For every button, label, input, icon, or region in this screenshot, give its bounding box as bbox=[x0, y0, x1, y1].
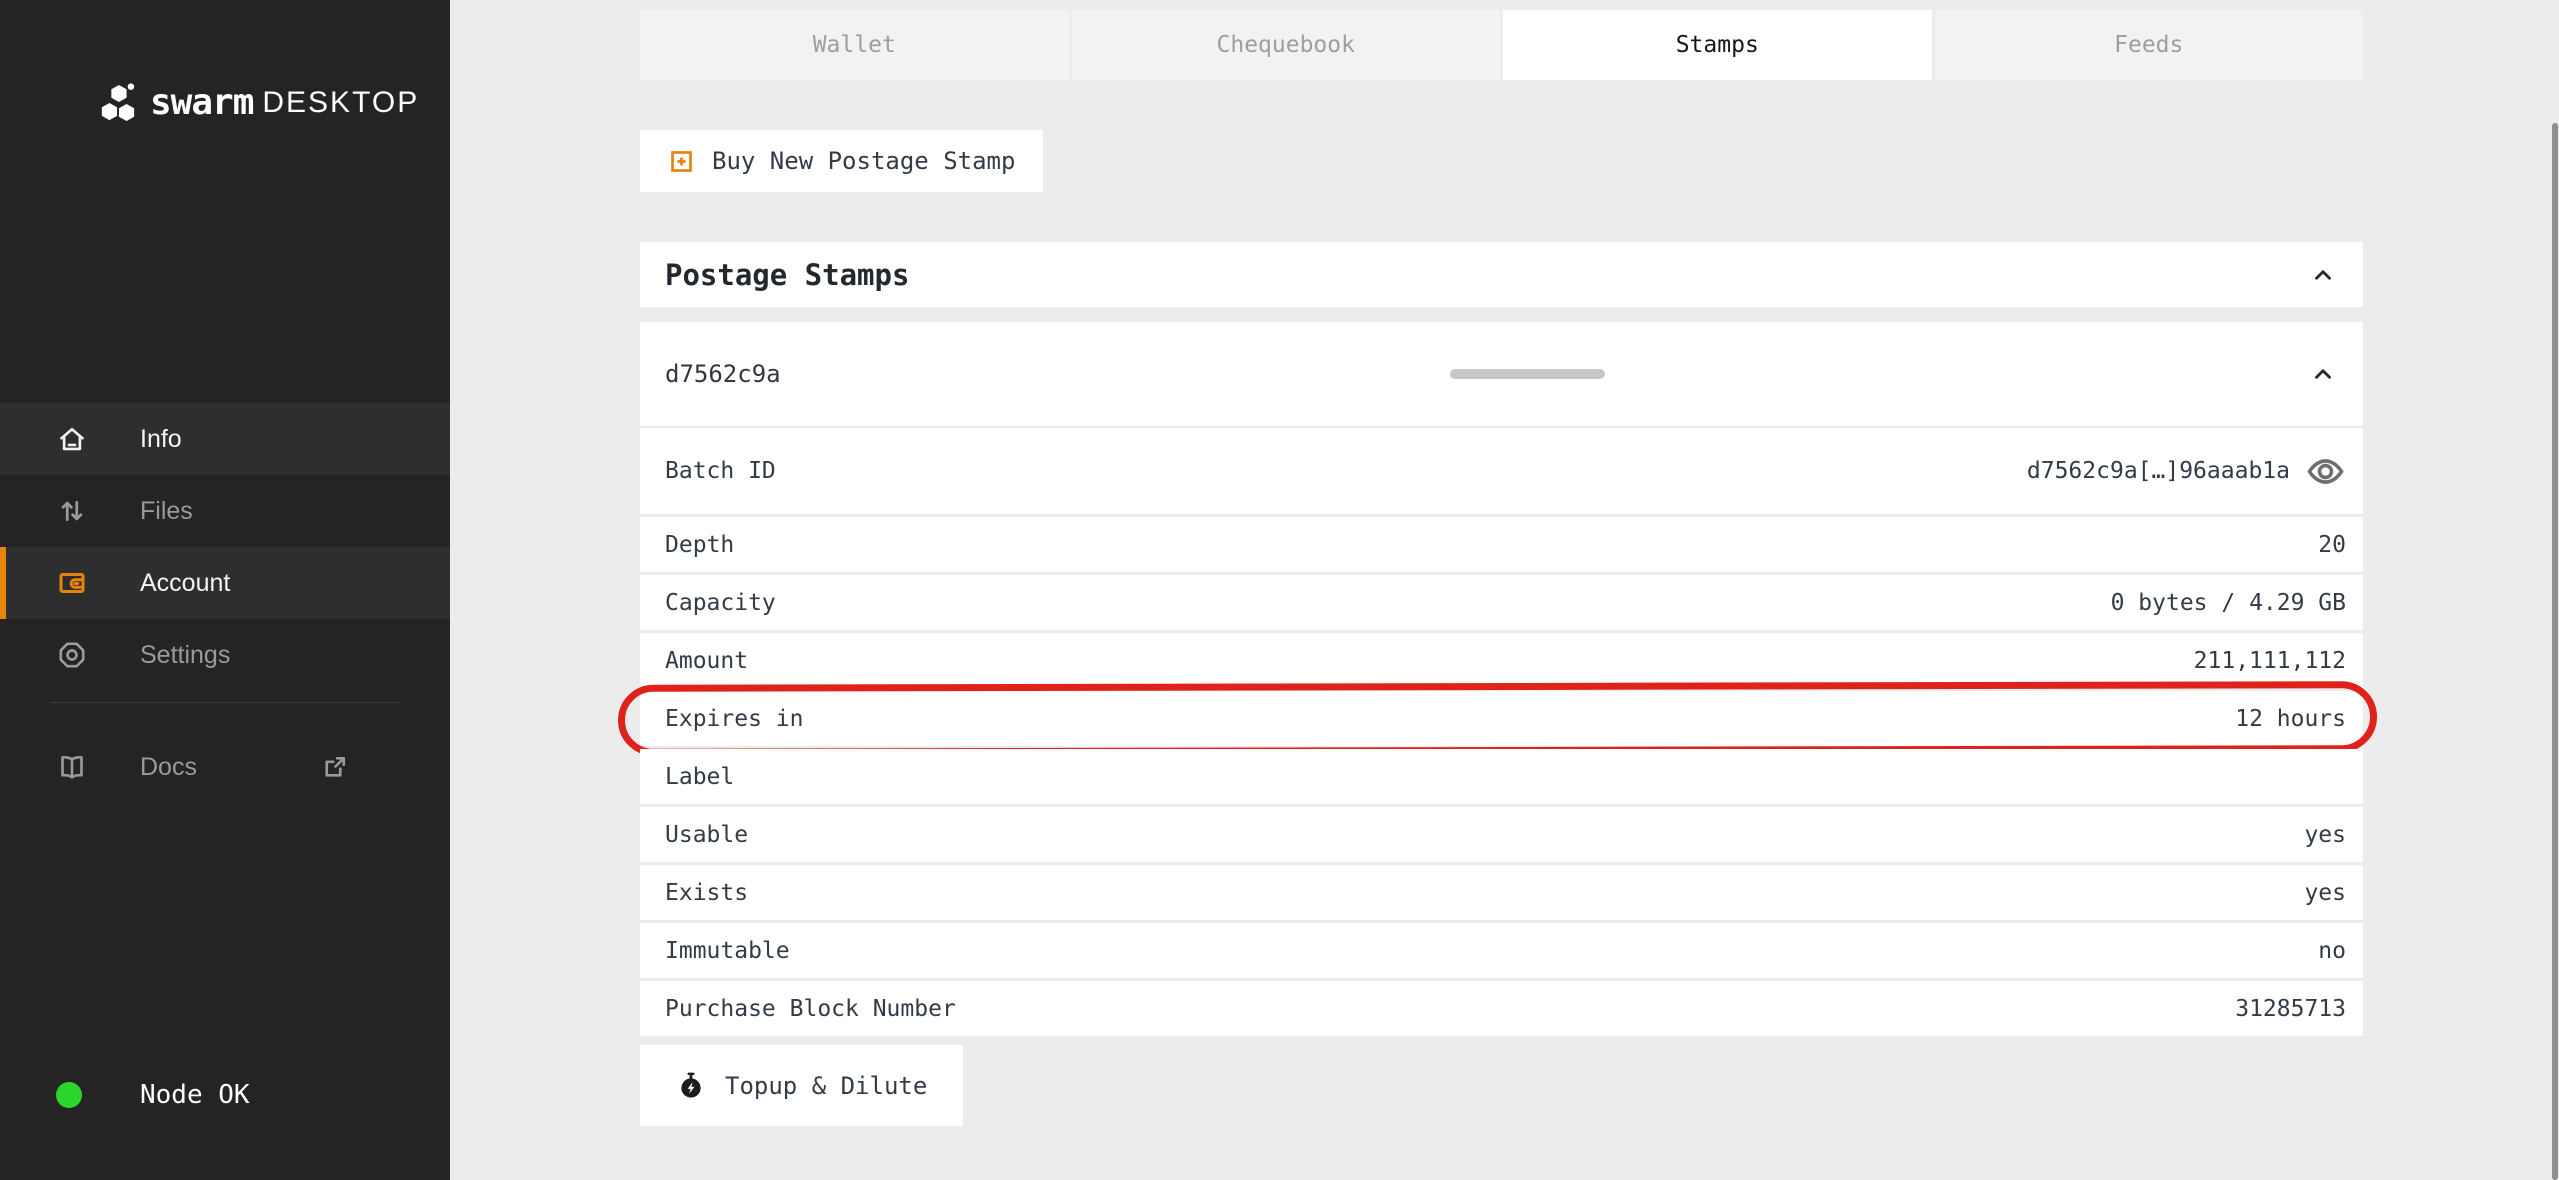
stamp-id: d7562c9a bbox=[665, 360, 781, 388]
home-icon bbox=[57, 424, 87, 454]
sidebar: swarm DESKTOP Info Files bbox=[0, 0, 450, 1180]
sidebar-item-label: Info bbox=[140, 425, 182, 454]
section-title: Postage Stamps bbox=[665, 258, 909, 292]
node-status-dot bbox=[56, 1082, 82, 1108]
detail-label: Immutable bbox=[665, 938, 790, 964]
sidebar-item-label: Account bbox=[140, 569, 230, 598]
tab-bar: Wallet Chequebook Stamps Feeds bbox=[640, 10, 2363, 80]
sidebar-item-label: Docs bbox=[140, 753, 197, 782]
stamp-detail-row: Usable yes bbox=[640, 807, 2363, 862]
stamp-details: Batch ID d7562c9a[…]96aaab1a Depth 20 Ca… bbox=[640, 428, 2363, 1036]
detail-value: yes bbox=[2304, 822, 2346, 848]
stamp-detail-row: Batch ID d7562c9a[…]96aaab1a bbox=[640, 428, 2363, 514]
reveal-batch-id-button[interactable] bbox=[2305, 451, 2346, 492]
buy-new-postage-stamp-button[interactable]: Buy New Postage Stamp bbox=[640, 130, 1043, 192]
topup-button-label: Topup & Dilute bbox=[725, 1072, 927, 1100]
tab-stamps[interactable]: Stamps bbox=[1503, 10, 1932, 80]
stamp-detail-row: Depth 20 bbox=[640, 517, 2363, 572]
sidebar-divider bbox=[50, 702, 400, 703]
detail-label: Expires in bbox=[665, 706, 803, 732]
postage-stamps-header: Postage Stamps bbox=[640, 242, 2363, 307]
topup-dilute-button[interactable]: Topup & Dilute bbox=[640, 1045, 963, 1126]
stamp-card: d7562c9a Batch ID d7562c9a[…]96aaab1a De… bbox=[640, 322, 2363, 1036]
plus-square-icon bbox=[668, 148, 695, 175]
node-status: Node OK bbox=[56, 1080, 250, 1110]
detail-label: Capacity bbox=[665, 590, 776, 616]
buy-button-label: Buy New Postage Stamp bbox=[712, 147, 1015, 175]
collapse-section-button[interactable] bbox=[2308, 260, 2338, 290]
stamp-detail-row: Exists yes bbox=[640, 865, 2363, 920]
detail-label: Usable bbox=[665, 822, 748, 848]
wallet-icon bbox=[57, 568, 87, 598]
node-status-label: Node OK bbox=[140, 1080, 250, 1110]
stamp-summary-row[interactable]: d7562c9a bbox=[640, 322, 2363, 426]
main-area: Wallet Chequebook Stamps Feeds Buy New P… bbox=[450, 0, 2559, 1180]
chevron-up-icon bbox=[2310, 361, 2336, 387]
stamp-detail-row: Label bbox=[640, 749, 2363, 804]
sidebar-item-files[interactable]: Files bbox=[0, 475, 450, 547]
stamp-usage-bar bbox=[1450, 369, 1605, 379]
external-link-icon bbox=[320, 752, 350, 782]
sidebar-item-info[interactable]: Info bbox=[0, 403, 450, 475]
stamp-detail-row: Capacity 0 bytes / 4.29 GB bbox=[640, 575, 2363, 630]
gear-icon bbox=[57, 640, 87, 670]
detail-value: d7562c9a[…]96aaab1a bbox=[2027, 458, 2290, 484]
detail-value: 12 hours bbox=[2235, 706, 2346, 732]
sidebar-item-label: Settings bbox=[140, 641, 230, 670]
detail-label: Exists bbox=[665, 880, 748, 906]
tab-wallet[interactable]: Wallet bbox=[640, 10, 1069, 80]
detail-label: Amount bbox=[665, 648, 748, 674]
stamp-detail-row: Amount 211,111,112 bbox=[640, 633, 2363, 688]
detail-label: Purchase Block Number bbox=[665, 996, 956, 1022]
detail-value: 31285713 bbox=[2235, 996, 2346, 1022]
detail-value: 20 bbox=[2318, 532, 2346, 558]
brand-name: swarm bbox=[150, 82, 253, 123]
timer-bolt-icon bbox=[676, 1071, 706, 1101]
detail-label: Depth bbox=[665, 532, 734, 558]
sidebar-nav: Info Files Account bbox=[0, 403, 450, 803]
detail-value: no bbox=[2318, 938, 2346, 964]
swap-vertical-icon bbox=[57, 496, 87, 526]
detail-label: Batch ID bbox=[665, 458, 776, 484]
book-icon bbox=[57, 752, 87, 782]
annotation-oval bbox=[618, 681, 2377, 756]
sidebar-item-label: Files bbox=[140, 497, 193, 526]
detail-label: Label bbox=[665, 764, 734, 790]
detail-value: yes bbox=[2304, 880, 2346, 906]
detail-value: 211,111,112 bbox=[2194, 648, 2346, 674]
swarm-hexagons-icon bbox=[99, 83, 137, 123]
sidebar-item-account[interactable]: Account bbox=[0, 547, 450, 619]
tab-feeds[interactable]: Feeds bbox=[1935, 10, 2364, 80]
detail-value: 0 bytes / 4.29 GB bbox=[2111, 590, 2346, 616]
tab-chequebook[interactable]: Chequebook bbox=[1072, 10, 1501, 80]
brand-suffix: DESKTOP bbox=[262, 86, 419, 120]
collapse-stamp-button[interactable] bbox=[2308, 359, 2338, 389]
sidebar-item-settings[interactable]: Settings bbox=[0, 619, 450, 691]
sidebar-item-docs[interactable]: Docs bbox=[0, 731, 450, 803]
chevron-up-icon bbox=[2310, 262, 2336, 288]
eye-icon bbox=[2305, 451, 2346, 492]
stamp-detail-row: Immutable no bbox=[640, 923, 2363, 978]
scrollbar-thumb[interactable] bbox=[2552, 123, 2558, 1180]
app-logo: swarm DESKTOP bbox=[99, 82, 419, 123]
stamp-detail-row: Expires in 12 hours bbox=[640, 691, 2363, 746]
stamp-detail-row: Purchase Block Number 31285713 bbox=[640, 981, 2363, 1036]
